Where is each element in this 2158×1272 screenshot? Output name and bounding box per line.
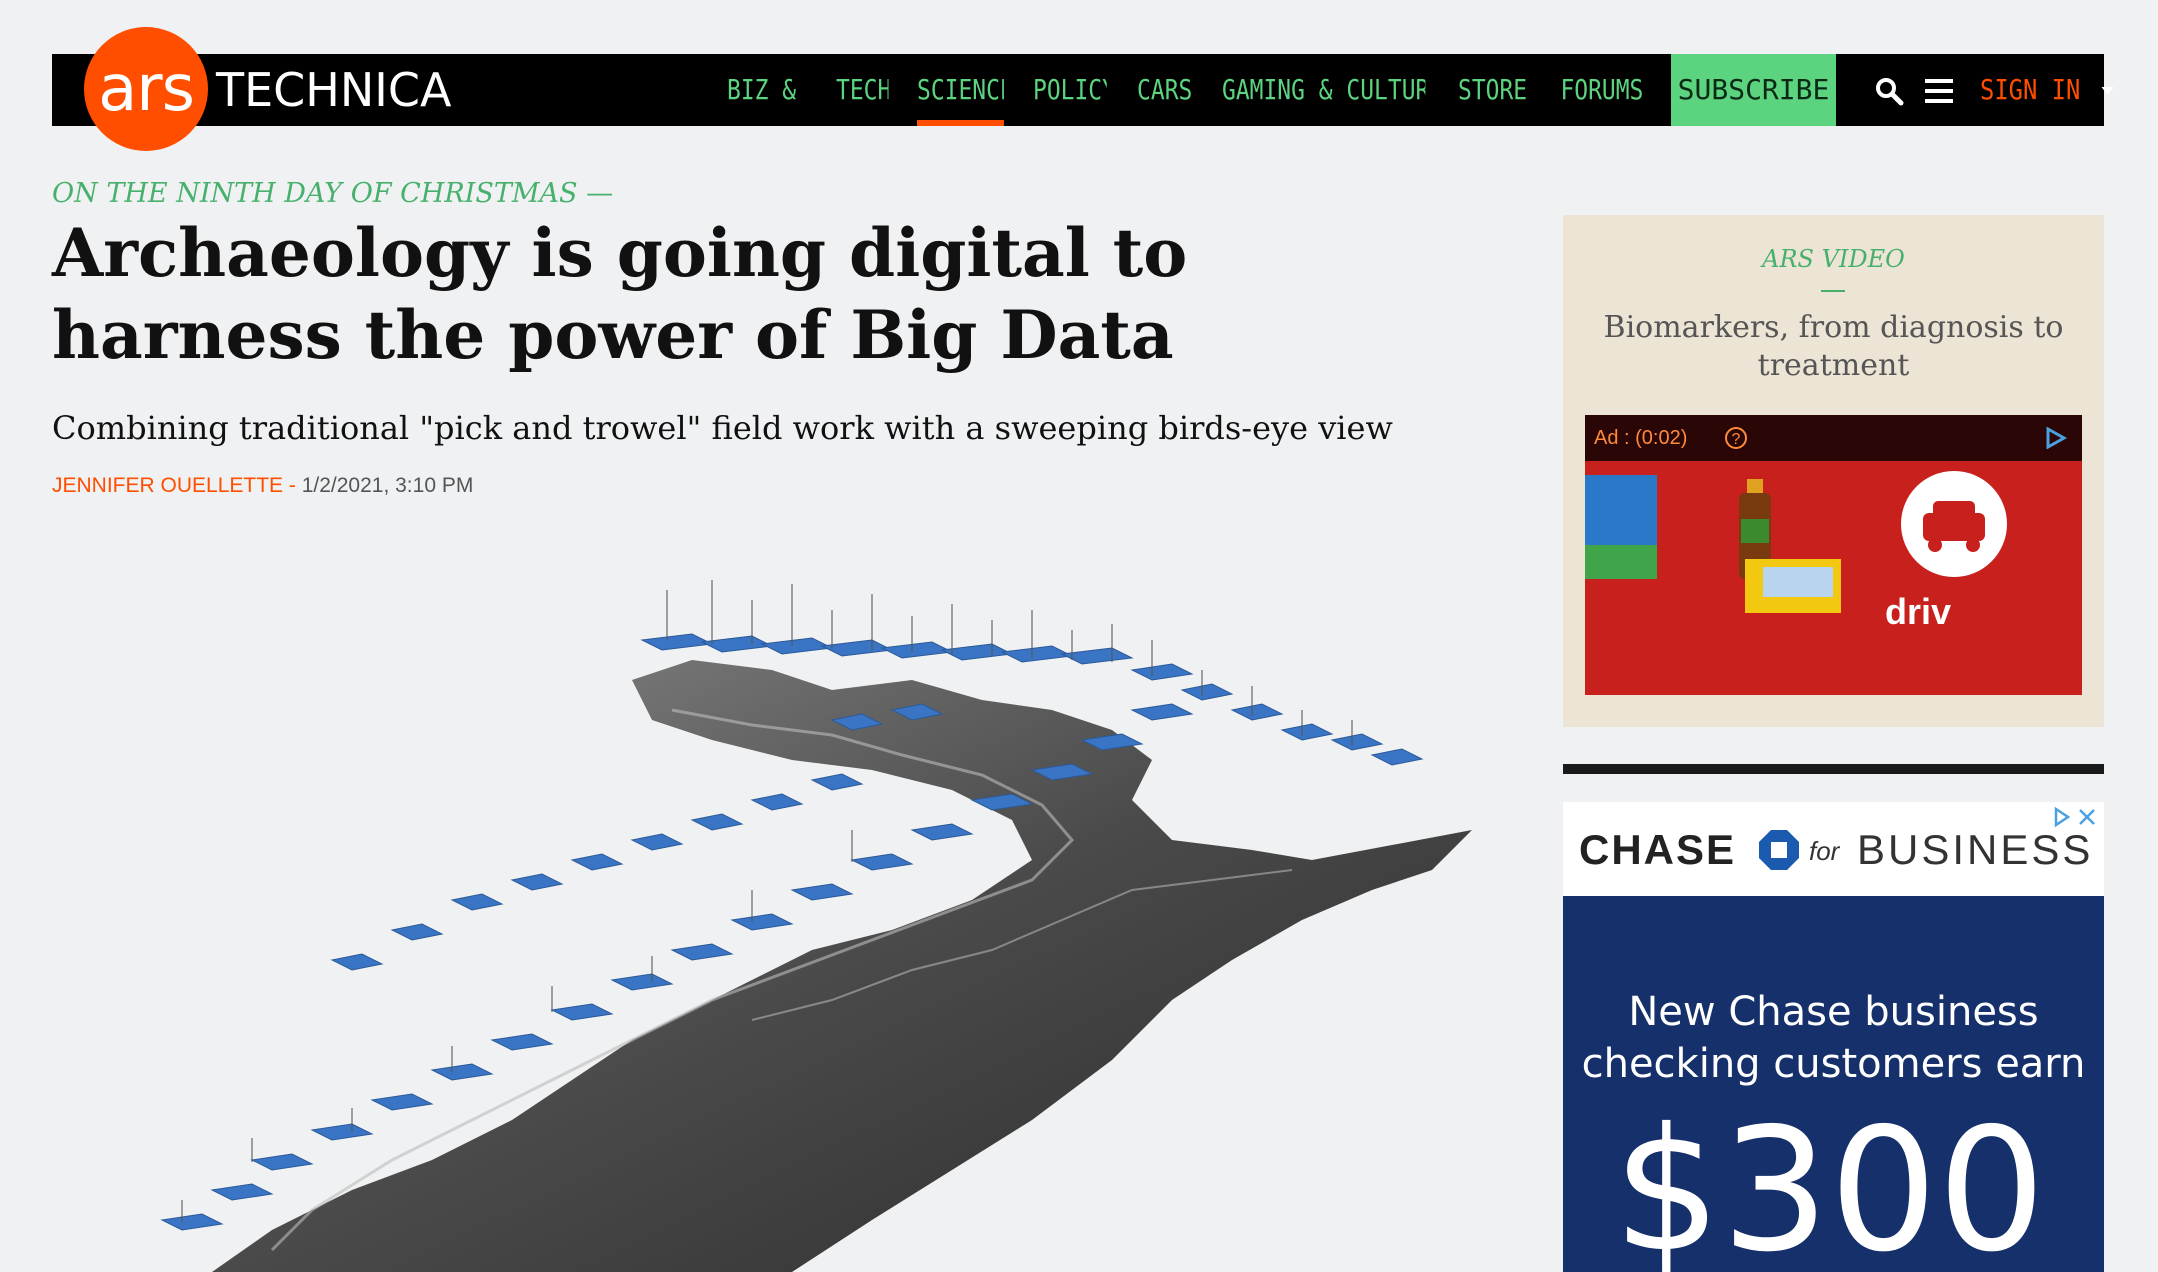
adchoices-close-icon[interactable] — [2052, 806, 2098, 828]
article-headline: Archaeology is going digital to harness … — [52, 214, 1188, 374]
video-section-label: ARS VIDEO — [1762, 245, 1905, 273]
chase-business-ad[interactable]: CHASE for BUSINESS New Chase business ch… — [1563, 802, 2104, 1272]
video-title[interactable]: Biomarkers, from diagnosis to treatment — [1593, 309, 2074, 385]
video-ad-topbar: Ad : (0:02) ? — [1585, 415, 2082, 461]
nav-item-tech[interactable]: TECH — [836, 54, 888, 126]
nav-item-forums[interactable]: FORUMS — [1556, 54, 1648, 126]
nav-item-policy[interactable]: POLICY — [1033, 54, 1107, 126]
hero-image-terrain-data — [160, 580, 1472, 1272]
video-label-divider — [1821, 290, 1845, 292]
article-kicker: ON THE NINTH DAY OF CHRISTMAS — — [52, 178, 614, 209]
ad-brand-text: driv — [1885, 591, 1952, 632]
nav-item-gaming-culture[interactable]: GAMING & CULTURE — [1222, 54, 1425, 126]
nav-item-store[interactable]: STORE — [1458, 54, 1527, 126]
chase-ad-amount: $300 — [1613, 1092, 2046, 1272]
sign-in-label: SIGN IN — [1980, 73, 2081, 106]
logo-wordmark[interactable]: TECHNICA — [216, 64, 451, 116]
chase-ad-headline: New Chase business checking customers ea… — [1581, 989, 2086, 1087]
caret-down-icon — [2101, 87, 2114, 95]
article-byline: JENNIFER OUELLETTE - 1/2/2021, 3:10 PM — [52, 470, 473, 502]
author-link[interactable]: JENNIFER OUELLETTE - — [52, 474, 296, 497]
chase-ad-body: New Chase business checking customers ea… — [1563, 896, 2104, 1272]
ad-countdown: Ad : (0:02) — [1594, 427, 1688, 449]
product-box-image — [1585, 475, 1657, 579]
nav-item-science[interactable]: SCIENCE — [917, 54, 1004, 126]
nav-item-cars[interactable]: CARS — [1136, 54, 1193, 126]
product-bag-box-image — [1745, 559, 1841, 613]
video-player[interactable]: Ad : (0:02) ? driv — [1585, 415, 2082, 695]
car-icon — [1901, 471, 2007, 577]
adchoices-icon[interactable] — [2044, 427, 2068, 449]
chase-brand: CHASE — [1579, 826, 1737, 873]
nav-item-biz-it[interactable]: BIZ & IT — [727, 54, 809, 126]
ars-logo[interactable]: ars — [84, 27, 208, 151]
sign-in-button[interactable]: SIGN IN — [1980, 54, 2114, 126]
chase-octagon-logo-icon — [1759, 830, 1799, 870]
search-icon[interactable] — [1874, 76, 1904, 106]
publish-timestamp: 1/2/2021, 3:10 PM — [301, 474, 474, 497]
article-dek: Combining traditional "pick and trowel" … — [52, 409, 1393, 447]
menu-icon[interactable] — [1924, 76, 1954, 106]
chase-for-text: for — [1809, 836, 1840, 866]
chase-logo-row: CHASE for BUSINESS — [1563, 802, 2104, 896]
help-icon[interactable]: ? — [1725, 427, 1747, 449]
chase-business-text: BUSINESS — [1857, 826, 2094, 873]
subscribe-button[interactable]: SUBSCRIBE — [1671, 54, 1836, 126]
logo-mark-text: ars — [98, 52, 195, 126]
ars-video-widget: ARS VIDEO Biomarkers, from diagnosis to … — [1563, 215, 2104, 727]
sidebar-divider — [1563, 764, 2104, 774]
